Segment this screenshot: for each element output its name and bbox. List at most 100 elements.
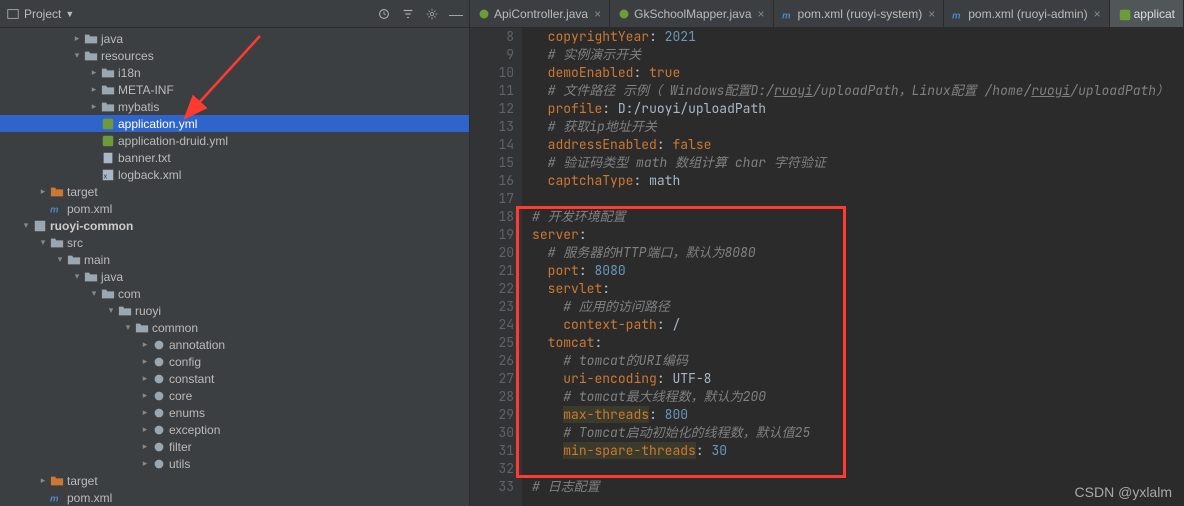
caret-icon[interactable]: ▸ bbox=[139, 373, 151, 384]
tab-gkschoolmapper-java[interactable]: GkSchoolMapper.java × bbox=[610, 0, 773, 27]
tab-apicontroller-java[interactable]: ApiController.java× bbox=[470, 0, 610, 27]
tree-item-banner-txt[interactable]: banner.txt bbox=[0, 149, 469, 166]
java-icon bbox=[618, 8, 630, 20]
caret-icon[interactable]: ▾ bbox=[37, 237, 49, 248]
caret-icon[interactable]: ▾ bbox=[54, 254, 66, 265]
sync-icon[interactable] bbox=[377, 7, 391, 21]
tree-item-utils[interactable]: ▸utils bbox=[0, 455, 469, 472]
project-title[interactable]: Project ▼ bbox=[6, 7, 377, 21]
folder-icon bbox=[117, 304, 133, 318]
code-line[interactable]: captchaType: math bbox=[532, 172, 1184, 190]
tree-item-resources[interactable]: ▾resources bbox=[0, 47, 469, 64]
tree-item-mybatis[interactable]: ▸ mybatis bbox=[0, 98, 469, 115]
tree-item-config[interactable]: ▸ config bbox=[0, 353, 469, 370]
caret-icon[interactable]: ▸ bbox=[139, 407, 151, 418]
gear-icon[interactable] bbox=[425, 7, 439, 21]
tree-item-com[interactable]: ▾com bbox=[0, 285, 469, 302]
code-line[interactable]: # 日志配置 bbox=[532, 478, 1184, 496]
line-number: 22 bbox=[470, 280, 514, 298]
tab-applicat[interactable]: applicat bbox=[1110, 0, 1184, 27]
caret-icon[interactable]: ▸ bbox=[88, 101, 100, 112]
tree-item-annotation[interactable]: ▸annotation bbox=[0, 336, 469, 353]
line-number: 16 bbox=[470, 172, 514, 190]
code-line[interactable]: demoEnabled: true bbox=[532, 64, 1184, 82]
caret-icon[interactable]: ▸ bbox=[139, 339, 151, 350]
tree-item-target[interactable]: ▸target bbox=[0, 183, 469, 200]
line-number: 20 bbox=[470, 244, 514, 262]
tree-item-java[interactable]: ▸java bbox=[0, 30, 469, 47]
project-tree[interactable]: ▸java▾resources▸i18n▸META-INF▸mybatisapp… bbox=[0, 28, 469, 506]
tree-item-core[interactable]: ▸core bbox=[0, 387, 469, 404]
caret-icon[interactable]: ▾ bbox=[88, 288, 100, 299]
code-line[interactable]: copyrightYear: 2021 bbox=[532, 28, 1184, 46]
highlight-box bbox=[516, 206, 846, 478]
caret-icon[interactable]: ▸ bbox=[88, 84, 100, 95]
caret-icon[interactable]: ▾ bbox=[20, 220, 32, 231]
caret-icon[interactable]: ▸ bbox=[139, 390, 151, 401]
tree-item-label: common bbox=[152, 321, 198, 335]
code-line[interactable]: addressEnabled: false bbox=[532, 136, 1184, 154]
tree-item-ruoyi[interactable]: ▾ruoyi bbox=[0, 302, 469, 319]
tree-item-label: src bbox=[67, 236, 83, 250]
tab-label: GkSchoolMapper.java bbox=[634, 7, 751, 21]
editor[interactable]: 8910111213141516171819202122232425262728… bbox=[470, 28, 1184, 506]
minimize-icon[interactable]: — bbox=[449, 6, 463, 22]
tree-item-label: config bbox=[169, 355, 201, 369]
caret-icon[interactable]: ▸ bbox=[139, 441, 151, 452]
caret-icon[interactable]: ▾ bbox=[105, 305, 117, 316]
tree-item-label: mybatis bbox=[118, 100, 159, 114]
pkg-icon bbox=[151, 406, 167, 420]
tree-item-constant[interactable]: ▸constant bbox=[0, 370, 469, 387]
target-icon bbox=[49, 185, 65, 199]
tab-pom-xml-ruoyi-admin-[interactable]: mpom.xml (ruoyi-admin)× bbox=[944, 0, 1109, 27]
line-number: 31 bbox=[470, 442, 514, 460]
caret-icon[interactable]: ▸ bbox=[139, 424, 151, 435]
tree-item-target[interactable]: ▸target bbox=[0, 472, 469, 489]
tree-item-meta-inf[interactable]: ▸ META-INF bbox=[0, 81, 469, 98]
project-icon bbox=[6, 7, 20, 21]
code-line[interactable]: # 验证码类型 math 数组计算 char 字符验证 bbox=[532, 154, 1184, 172]
tree-item-ruoyi-common[interactable]: ▾ruoyi-common bbox=[0, 217, 469, 234]
close-icon[interactable]: × bbox=[594, 7, 601, 21]
tree-item-i18n[interactable]: ▸ i18n bbox=[0, 64, 469, 81]
tree-item-label: i18n bbox=[118, 66, 141, 80]
caret-icon[interactable]: ▸ bbox=[139, 458, 151, 469]
caret-icon[interactable]: ▾ bbox=[71, 50, 83, 61]
code-line[interactable]: # 文件路径 示例（ Windows配置D:/ruoyi/uploadPath，… bbox=[532, 82, 1184, 100]
tree-item-label: filter bbox=[169, 440, 192, 454]
close-icon[interactable]: × bbox=[928, 7, 935, 21]
tree-item-application-druid-yml[interactable]: application-druid.yml bbox=[0, 132, 469, 149]
close-icon[interactable]: × bbox=[1094, 7, 1101, 21]
caret-icon[interactable]: ▸ bbox=[37, 186, 49, 197]
tree-item-main[interactable]: ▾main bbox=[0, 251, 469, 268]
code-line[interactable]: # 获取ip地址开关 bbox=[532, 118, 1184, 136]
tree-item-label: META-INF bbox=[118, 83, 174, 97]
caret-icon[interactable]: ▸ bbox=[88, 67, 100, 78]
yml-icon bbox=[100, 134, 116, 148]
close-icon[interactable]: × bbox=[758, 7, 765, 21]
code-area[interactable]: copyrightYear: 2021 # 实例演示开关 demoEnabled… bbox=[522, 28, 1184, 506]
code-line[interactable]: # 实例演示开关 bbox=[532, 46, 1184, 64]
line-number: 12 bbox=[470, 100, 514, 118]
tab-pom-xml-ruoyi-system-[interactable]: mpom.xml (ruoyi-system)× bbox=[774, 0, 945, 27]
tree-item-application-yml[interactable]: application.yml bbox=[0, 115, 469, 132]
tree-item-common[interactable]: ▾ common bbox=[0, 319, 469, 336]
tree-item-pom-xml[interactable]: mpom.xml bbox=[0, 200, 469, 217]
filter-icon[interactable] bbox=[401, 7, 415, 21]
code-line[interactable]: profile: D:/ruoyi/uploadPath bbox=[532, 100, 1184, 118]
caret-icon[interactable]: ▾ bbox=[71, 271, 83, 282]
caret-icon[interactable]: ▾ bbox=[122, 322, 134, 333]
tree-item-pom-xml[interactable]: mpom.xml bbox=[0, 489, 469, 506]
line-number: 33 bbox=[470, 478, 514, 496]
caret-icon[interactable]: ▸ bbox=[37, 475, 49, 486]
tree-item-filter[interactable]: ▸ filter bbox=[0, 438, 469, 455]
caret-icon[interactable]: ▸ bbox=[139, 356, 151, 367]
line-number: 10 bbox=[470, 64, 514, 82]
tree-item-enums[interactable]: ▸enums bbox=[0, 404, 469, 421]
line-number: 11 bbox=[470, 82, 514, 100]
tree-item-exception[interactable]: ▸exception bbox=[0, 421, 469, 438]
tree-item-src[interactable]: ▾ src bbox=[0, 234, 469, 251]
tree-item-java[interactable]: ▾java bbox=[0, 268, 469, 285]
caret-icon[interactable]: ▸ bbox=[71, 33, 83, 44]
tree-item-logback-xml[interactable]: xlogback.xml bbox=[0, 166, 469, 183]
